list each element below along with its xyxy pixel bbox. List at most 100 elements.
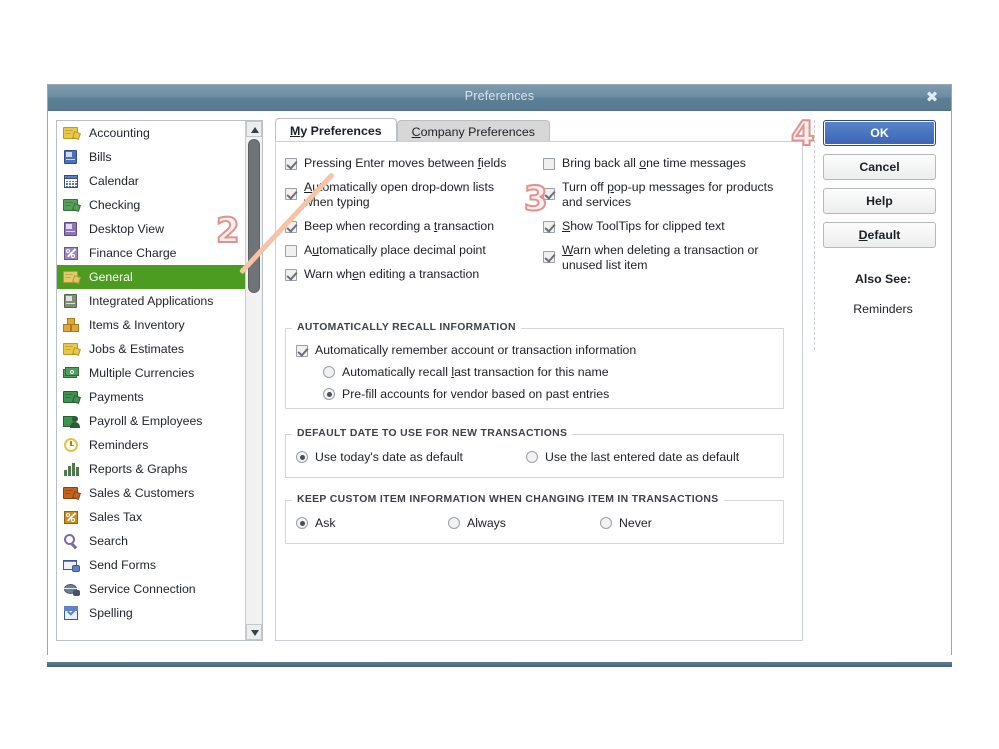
checkbox-remember-account-info-box[interactable] bbox=[296, 345, 308, 357]
tab-company-preferences[interactable]: Company Preferences bbox=[396, 120, 550, 143]
sidebar-item-checking[interactable]: Checking bbox=[57, 193, 246, 217]
sidebar-item-label: Payroll & Employees bbox=[89, 414, 203, 428]
group-default-date-legend: DEFAULT DATE TO USE FOR NEW TRANSACTIONS bbox=[292, 428, 573, 439]
radio-use-todays-date-button[interactable] bbox=[296, 451, 308, 463]
sidebar-item-jobs-estimates[interactable]: Jobs & Estimates bbox=[57, 337, 246, 361]
scrollbar-thumb[interactable] bbox=[248, 139, 260, 293]
sidebar-item-finance-charge[interactable]: Finance Charge bbox=[57, 241, 246, 265]
sidebar-item-label: Bills bbox=[89, 150, 112, 164]
sidebar-item-sales-tax[interactable]: Sales Tax bbox=[57, 505, 246, 529]
radio-recall-last-transaction[interactable]: Automatically recall last transaction fo… bbox=[323, 365, 783, 379]
sidebar-item-search[interactable]: Search bbox=[57, 529, 246, 553]
sidebar-item-sales-customers[interactable]: Sales & Customers bbox=[57, 481, 246, 505]
group-recall-legend: AUTOMATICALLY RECALL INFORMATION bbox=[292, 322, 521, 333]
finance-charge-icon bbox=[63, 245, 80, 262]
sidebar-item-reports-graphs[interactable]: Reports & Graphs bbox=[57, 457, 246, 481]
sidebar-item-payroll-employees[interactable]: Payroll & Employees bbox=[57, 409, 246, 433]
radio-use-last-entered-date[interactable]: Use the last entered date as default bbox=[526, 450, 739, 464]
radio-always[interactable]: Always bbox=[448, 516, 600, 530]
radio-ask-button[interactable] bbox=[296, 517, 308, 529]
search-icon bbox=[63, 533, 80, 550]
sidebar-item-payments[interactable]: Payments bbox=[57, 385, 246, 409]
checkbox-turn-off-pop-up-messages-for-products[interactable]: Turn off pop-up messages for products and… bbox=[543, 180, 798, 210]
checkbox-show-tooltips-for-clipped-text[interactable]: Show ToolTips for clipped text bbox=[543, 219, 798, 234]
checkbox-beep-when-recording-a-transaction[interactable]: Beep when recording a transaction bbox=[285, 219, 530, 234]
sidebar-item-send-forms[interactable]: Send Forms bbox=[57, 553, 246, 577]
radio-always-label: Always bbox=[467, 516, 506, 530]
cancel-button[interactable]: Cancel bbox=[823, 154, 936, 180]
button-column-divider bbox=[814, 120, 816, 350]
checkbox-automatically-open-drop-down-lists[interactable]: Automatically open drop-down lists when t… bbox=[285, 180, 530, 210]
preferences-dialog: Preferences ✖ Accounting Bills Calendar Che… bbox=[47, 84, 952, 655]
checkbox-pressing-enter-moves-between-fields[interactable]: Pressing Enter moves between fields bbox=[285, 156, 530, 171]
radio-never-button[interactable] bbox=[600, 517, 612, 529]
checkbox-pressing-enter-moves-between-fields-box[interactable] bbox=[285, 158, 297, 170]
checking-icon bbox=[63, 197, 81, 214]
radio-ask-label: Ask bbox=[315, 516, 336, 530]
help-button[interactable]: Help bbox=[823, 188, 936, 214]
tab-my-preferences[interactable]: My Preferences bbox=[275, 118, 397, 143]
checkbox-warn-when-editing-a-transaction-box[interactable] bbox=[285, 269, 297, 281]
dialog-button-column: OK Cancel Help Default Also See: Reminde… bbox=[814, 120, 943, 350]
scroll-down-icon[interactable] bbox=[246, 624, 262, 640]
radio-recall-last-transaction-label: Automatically recall last transaction fo… bbox=[342, 365, 609, 379]
checkbox-automatically-place-decimal-point-box[interactable] bbox=[285, 245, 297, 257]
default-button-accel: D bbox=[858, 228, 868, 242]
checkbox-warn-when-editing-a-transaction[interactable]: Warn when editing a transaction bbox=[285, 267, 530, 282]
checkbox-bring-back-all-one-time-messages[interactable]: Bring back all one time messages bbox=[543, 156, 798, 171]
category-scrollbar[interactable] bbox=[245, 121, 262, 640]
also-see-reminders-link[interactable]: Reminders bbox=[823, 302, 943, 316]
sidebar-item-multiple-currencies[interactable]: Multiple Currencies bbox=[57, 361, 246, 385]
sidebar-item-reminders[interactable]: Reminders bbox=[57, 433, 246, 457]
checkbox-warn-when-deleting-a-transaction-or-label: Warn when deleting a transaction or unuse… bbox=[562, 243, 759, 272]
category-items: Accounting Bills Calendar Checking Desktop V… bbox=[57, 121, 246, 625]
sidebar-item-label: Service Connection bbox=[89, 582, 196, 596]
sidebar-item-label: Send Forms bbox=[89, 558, 156, 572]
items-inventory-icon bbox=[63, 317, 80, 334]
checkbox-remember-account-info[interactable]: Automatically remember account or transa… bbox=[296, 343, 783, 357]
checkbox-bring-back-all-one-time-messages-box[interactable] bbox=[543, 158, 555, 170]
sidebar-item-calendar[interactable]: Calendar bbox=[57, 169, 246, 193]
radio-never[interactable]: Never bbox=[600, 516, 652, 530]
radio-ask[interactable]: Ask bbox=[296, 516, 448, 530]
radio-prefill-accounts[interactable]: Pre-fill accounts for vendor based on pa… bbox=[323, 387, 783, 401]
radio-prefill-accounts-button[interactable] bbox=[323, 388, 335, 400]
dialog-body: Accounting Bills Calendar Checking Desktop V… bbox=[48, 111, 951, 655]
radio-prefill-accounts-label: Pre-fill accounts for vendor based on pa… bbox=[342, 387, 610, 401]
sidebar-item-items-inventory[interactable]: Items & Inventory bbox=[57, 313, 246, 337]
checkbox-beep-when-recording-a-transaction-label: Beep when recording a transaction bbox=[304, 219, 495, 233]
checkbox-automatically-open-drop-down-lists-box[interactable] bbox=[285, 188, 297, 200]
default-button[interactable]: Default bbox=[823, 222, 936, 248]
checkbox-warn-when-deleting-a-transaction-or-box[interactable] bbox=[543, 251, 555, 263]
send-forms-icon bbox=[63, 557, 80, 574]
sidebar-item-integrated-applications[interactable]: Integrated Applications bbox=[57, 289, 246, 313]
sidebar-item-spelling[interactable]: Spelling bbox=[57, 601, 246, 625]
close-icon[interactable]: ✖ bbox=[923, 88, 941, 106]
checkbox-column-right: Bring back all one time messages Turn off… bbox=[543, 156, 798, 282]
radio-use-last-entered-date-button[interactable] bbox=[526, 451, 538, 463]
radio-always-button[interactable] bbox=[448, 517, 460, 529]
sidebar-item-bills[interactable]: Bills bbox=[57, 145, 246, 169]
preferences-category-list[interactable]: Accounting Bills Calendar Checking Desktop V… bbox=[56, 120, 263, 641]
sidebar-item-label: Jobs & Estimates bbox=[89, 342, 184, 356]
integrated-applications-icon bbox=[63, 293, 80, 310]
sidebar-item-accounting[interactable]: Accounting bbox=[57, 121, 246, 145]
checkbox-turn-off-pop-up-messages-for-products-box[interactable] bbox=[543, 188, 555, 200]
radio-use-todays-date[interactable]: Use today's date as default bbox=[296, 450, 526, 464]
sidebar-item-general[interactable]: General bbox=[57, 265, 246, 289]
dialog-title: Preferences bbox=[464, 89, 535, 103]
checkbox-automatically-place-decimal-point[interactable]: Automatically place decimal point bbox=[285, 243, 530, 258]
scroll-up-icon[interactable] bbox=[246, 121, 262, 137]
sidebar-item-label: Payments bbox=[89, 390, 144, 404]
bottom-accent-bar bbox=[47, 662, 952, 667]
checkbox-automatically-open-drop-down-lists-label: Automatically open drop-down lists when t… bbox=[304, 180, 495, 209]
sidebar-item-desktop-view[interactable]: Desktop View bbox=[57, 217, 246, 241]
checkbox-warn-when-deleting-a-transaction-or[interactable]: Warn when deleting a transaction or unuse… bbox=[543, 243, 798, 273]
radio-recall-last-transaction-button[interactable] bbox=[323, 366, 335, 378]
checkbox-show-tooltips-for-clipped-text-box[interactable] bbox=[543, 221, 555, 233]
sidebar-item-service-connection[interactable]: Service Connection bbox=[57, 577, 246, 601]
checkbox-beep-when-recording-a-transaction-box[interactable] bbox=[285, 221, 297, 233]
sidebar-item-label: Accounting bbox=[89, 126, 150, 140]
ok-button[interactable]: OK bbox=[823, 120, 936, 146]
radio-never-label: Never bbox=[619, 516, 652, 530]
